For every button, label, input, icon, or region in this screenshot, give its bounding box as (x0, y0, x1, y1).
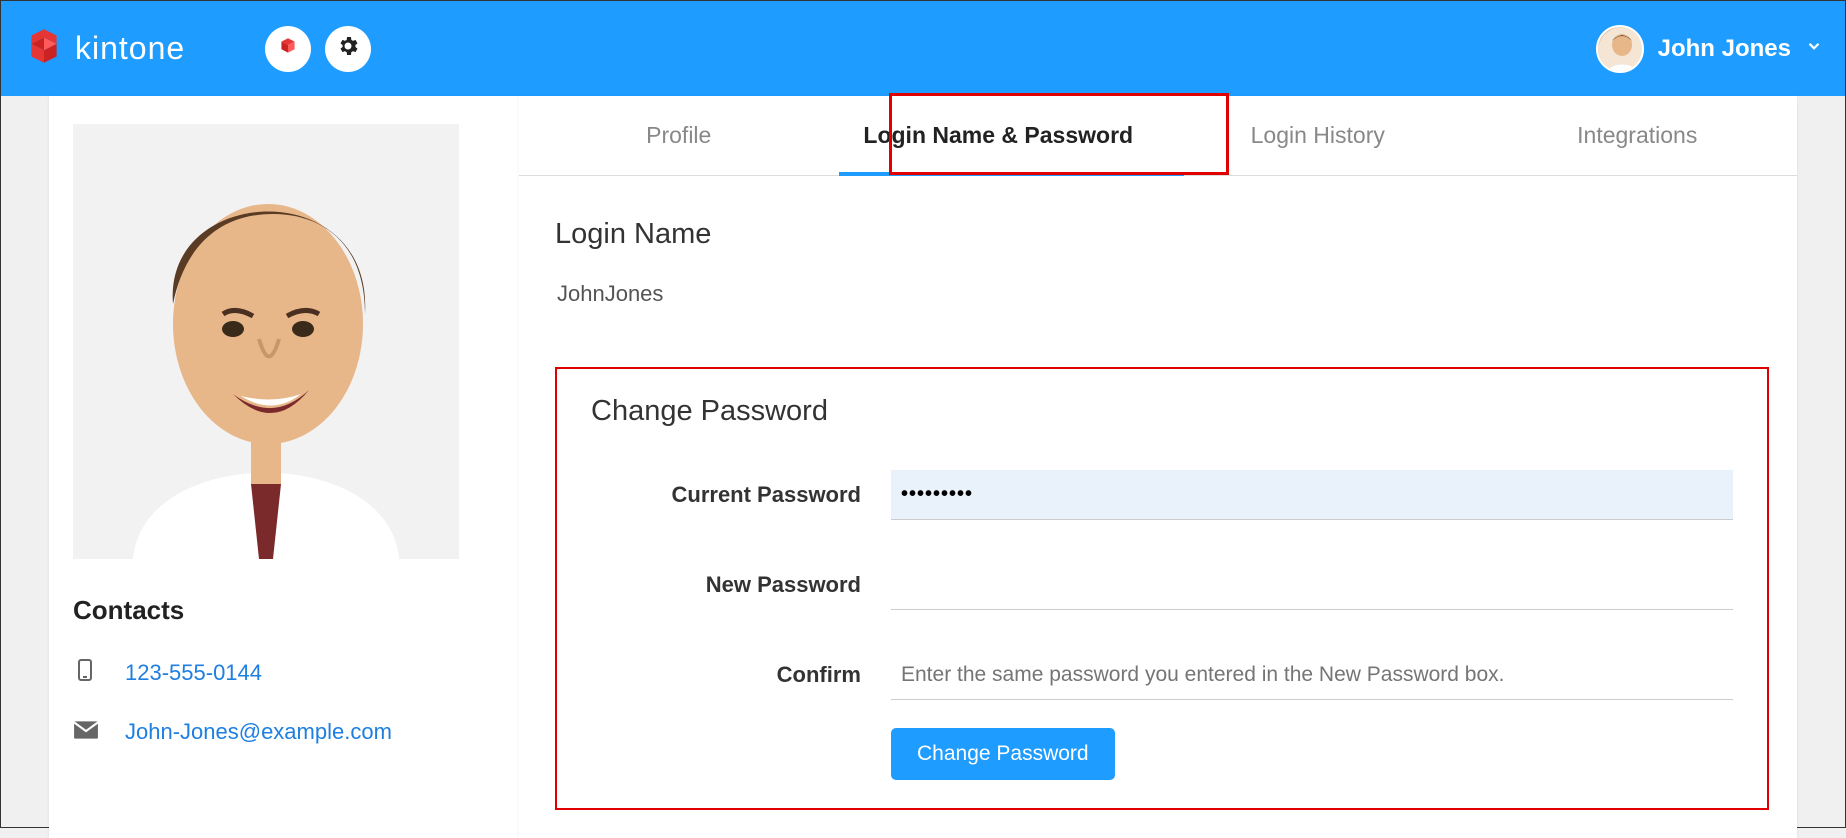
login-name-heading: Login Name (555, 218, 1769, 251)
tab-integrations[interactable]: Integrations (1478, 96, 1798, 175)
chevron-down-icon (1805, 37, 1823, 60)
new-password-row: New Password (591, 560, 1733, 610)
confirm-password-label: Confirm (591, 662, 891, 688)
user-menu[interactable]: John Jones (1596, 25, 1823, 73)
current-password-label: Current Password (591, 482, 891, 508)
settings-button[interactable] (325, 26, 371, 72)
brand-name: kintone (75, 30, 185, 67)
logo-area: kintone (23, 25, 185, 72)
tab-bar: Profile Login Name & Password Login Hist… (519, 96, 1797, 176)
tab-login-history[interactable]: Login History (1158, 96, 1478, 175)
contacts-heading: Contacts (73, 595, 495, 626)
change-password-button[interactable]: Change Password (891, 728, 1115, 780)
tab-content: Login Name JohnJones Change Password Cur… (519, 176, 1797, 838)
profile-photo (73, 124, 459, 559)
new-password-label: New Password (591, 572, 891, 598)
gear-icon (336, 34, 360, 63)
body: Contacts 123-555-0144 John-Jones@example… (1, 96, 1845, 838)
email-link[interactable]: John-Jones@example.com (125, 719, 392, 745)
header-actions (265, 26, 371, 72)
cube-icon (277, 35, 299, 62)
main-panel: Profile Login Name & Password Login Hist… (519, 96, 1797, 838)
email-icon (73, 720, 101, 745)
change-password-section: Change Password Current Password New Pas… (555, 367, 1769, 810)
phone-icon (73, 656, 101, 689)
confirm-password-row: Confirm (591, 650, 1733, 700)
contact-phone-row: 123-555-0144 (73, 656, 495, 689)
new-password-input[interactable] (891, 560, 1733, 610)
phone-link[interactable]: 123-555-0144 (125, 660, 262, 686)
confirm-password-input[interactable] (891, 650, 1733, 700)
active-tab-underline (839, 172, 1184, 176)
current-password-input[interactable] (891, 470, 1733, 520)
tab-profile[interactable]: Profile (519, 96, 839, 175)
apps-button[interactable] (265, 26, 311, 72)
kintone-logo-icon (23, 25, 65, 72)
top-header: kintone (1, 1, 1845, 96)
user-name: John Jones (1658, 35, 1791, 63)
change-password-heading: Change Password (591, 395, 1733, 428)
user-avatar-icon (1596, 25, 1644, 73)
profile-sidebar: Contacts 123-555-0144 John-Jones@example… (49, 96, 519, 838)
tab-login-password[interactable]: Login Name & Password (839, 96, 1159, 175)
contact-email-row: John-Jones@example.com (73, 719, 495, 745)
login-name-value: JohnJones (555, 281, 1769, 307)
button-row: Change Password (591, 728, 1733, 780)
current-password-row: Current Password (591, 470, 1733, 520)
